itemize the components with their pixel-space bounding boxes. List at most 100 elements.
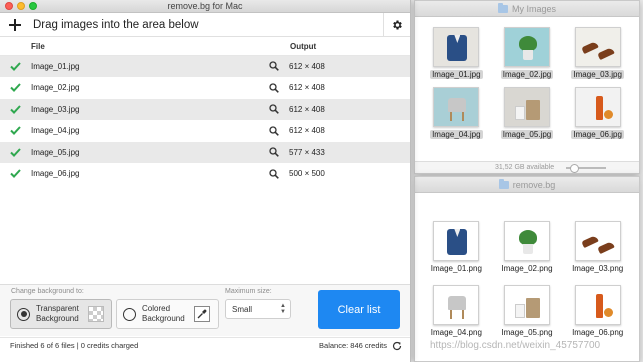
options-panel: Change background to: Transparent Backgr… [0,284,410,336]
refresh-icon[interactable] [392,341,402,351]
file-item[interactable]: Image_02.jpg [492,27,563,79]
radio-selected[interactable] [17,307,30,321]
file-name: Image_05.png [501,328,553,337]
checkmark-icon [10,105,22,114]
file-item[interactable]: Image_06.png [562,285,633,337]
output-size: 500 × 500 [289,169,325,179]
status-text: Finished 6 of 6 files | 0 credits charge… [10,341,139,350]
gear-icon [393,20,402,29]
preview-button[interactable] [269,83,289,93]
finder-window-my-images: My Images Image_01.jpg Image_02.jpg Imag… [414,0,640,174]
column-header-file: File [31,41,45,51]
output-size: 612 × 408 [289,61,325,71]
toolbar: Drag images into the area below [0,13,410,37]
checkmark-icon [10,62,22,71]
file-name: Image_01.png [430,264,482,273]
magnifier-icon [269,126,279,136]
max-size-select[interactable]: Small ▲ ▼ [225,299,291,319]
file-item[interactable]: Image_03.jpg [562,27,633,79]
table-row[interactable]: Image_03.jpg 612 × 408 [0,99,410,121]
drag-prompt: Drag images into the area below [33,18,199,31]
output-size: 612 × 408 [289,104,325,114]
file-name: Image_01.jpg [31,61,80,71]
file-item[interactable]: Image_05.png [492,285,563,337]
table-row[interactable]: Image_06.jpg 500 × 500 [0,164,410,185]
file-name: Image_02.jpg [31,83,80,93]
file-name: Image_05.jpg [500,130,554,139]
finder-statusbar: 31,52 GB available [415,161,639,173]
max-size-value: Small [232,304,253,314]
file-item[interactable]: Image_02.png [492,221,563,273]
folder-icon [498,178,509,189]
preview-button[interactable] [269,169,289,179]
file-item[interactable]: Image_05.jpg [492,87,563,139]
icon-size-slider[interactable] [566,163,607,173]
finder-title: remove.bg [512,179,556,190]
preview-button[interactable] [269,104,289,115]
file-name: Image_04.png [430,328,482,337]
file-name: Image_03.jpg [31,104,80,114]
radio-unselected[interactable] [123,307,136,321]
file-item[interactable]: Image_03.png [562,221,633,273]
colored-bg-label: Colored Background [142,304,185,323]
file-name: Image_03.png [572,264,624,273]
finder-titlebar: My Images [415,1,639,17]
file-item[interactable]: Image_04.png [421,285,492,337]
transparent-bg-label: Transparent Background [36,304,79,323]
magnifier-icon [269,169,279,179]
transparency-swatch-icon [88,306,104,322]
column-header-output: Output [290,41,317,51]
file-name: Image_04.jpg [31,126,80,136]
clear-list-button[interactable]: Clear list [318,290,400,329]
select-arrows-icon: ▲ ▼ [280,303,286,315]
file-name: Image_05.jpg [31,147,80,157]
max-size-label: Maximum size: [225,288,272,295]
file-item[interactable]: Image_01.jpg [421,27,492,79]
finder-window-removebg: remove.bg Image_01.png Image_02.png Imag… [414,176,640,362]
file-name: Image_02.png [501,264,553,273]
app-titlebar: remove.bg for Mac [0,0,410,13]
file-name: Image_06.jpg [31,169,80,179]
table-row[interactable]: Image_04.jpg 612 × 408 [0,121,410,142]
app-window: remove.bg for Mac Drag images into the a… [0,0,411,362]
table-header: File Output [0,37,410,56]
eyedropper-icon [197,309,207,319]
file-item[interactable]: Image_04.jpg [421,87,492,139]
checkmark-icon [10,126,22,136]
colored-bg-option[interactable]: Colored Background [116,299,219,329]
checkmark-icon [10,148,22,157]
zoom-window-button[interactable] [29,2,37,10]
file-name: Image_03.jpg [571,70,624,79]
file-table: Image_01.jpg 612 × 408 Image_02.jpg 612 … [0,56,410,185]
table-row[interactable]: Image_05.jpg 577 × 433 [0,142,410,164]
balance-text: Balance: 846 credits [319,341,387,350]
file-name: Image_01.jpg [430,70,483,79]
file-item[interactable]: Image_01.png [421,221,492,273]
finder-titlebar: remove.bg [415,177,639,193]
magnifier-icon [269,83,279,93]
output-size: 612 × 408 [289,126,325,136]
preview-button[interactable] [269,126,289,136]
preview-button[interactable] [269,147,289,158]
window-controls [5,2,37,10]
magnifier-icon [269,147,279,158]
color-picker-button[interactable] [194,306,210,322]
file-item[interactable]: Image_06.jpg [562,87,633,139]
magnifier-icon [269,61,279,72]
add-images-button[interactable] [5,15,25,35]
table-row[interactable]: Image_01.jpg 612 × 408 [0,56,410,78]
close-window-button[interactable] [5,2,13,10]
disk-space: 31,52 GB available [495,164,555,171]
minimize-window-button[interactable] [17,2,25,10]
watermark: https://blog.csdn.net/weixin_45757700 [430,340,601,351]
transparent-bg-option[interactable]: Transparent Background [10,299,112,329]
file-name: Image_04.jpg [430,130,483,139]
settings-button[interactable] [383,13,410,36]
preview-button[interactable] [269,61,289,72]
table-row[interactable]: Image_02.jpg 612 × 408 [0,78,410,99]
finder-title: My Images [511,3,556,14]
change-bg-label: Change background to: [11,288,84,295]
file-name: Image_06.png [572,328,624,337]
checkmark-icon [10,83,22,93]
window-title: remove.bg for Mac [167,1,243,11]
